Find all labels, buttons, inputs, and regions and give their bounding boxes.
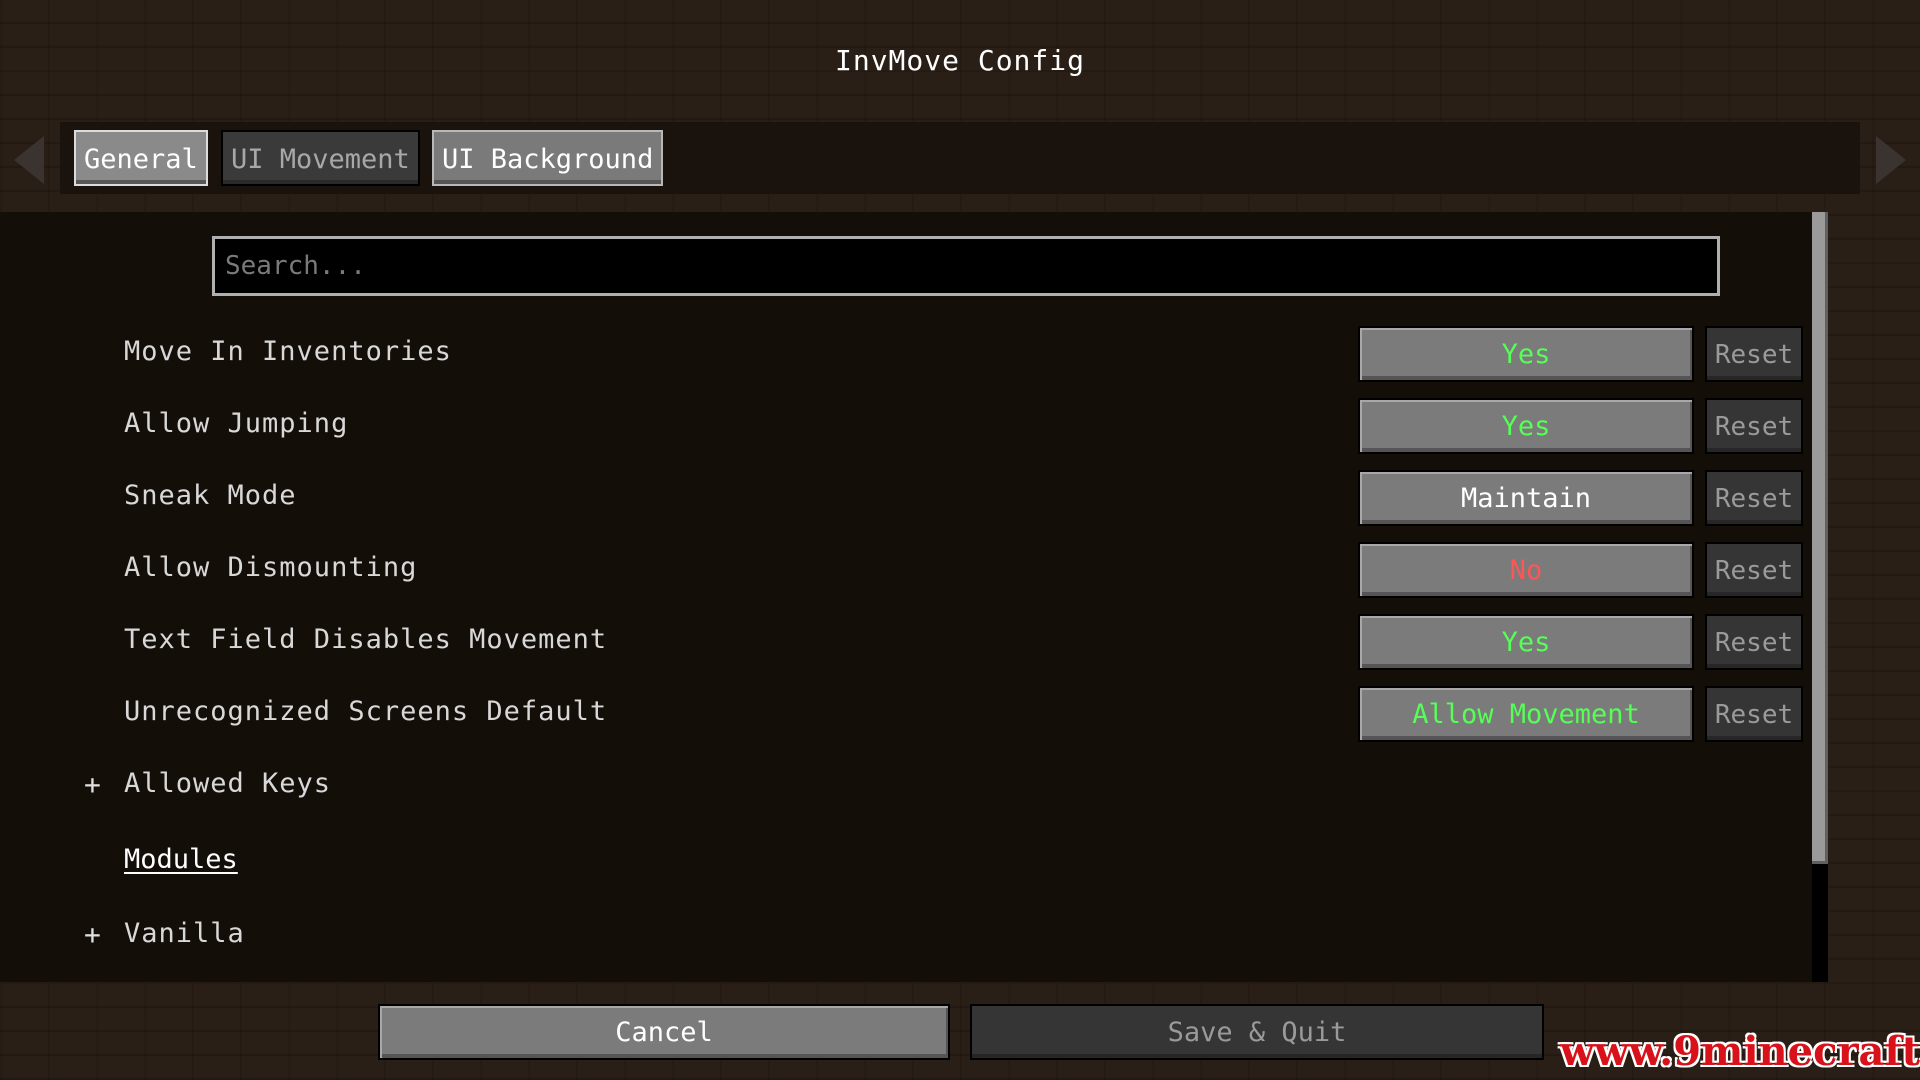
expand-vanilla-icon[interactable]: +	[84, 918, 101, 951]
site-watermark: www.9minecraft.net	[1560, 1028, 1920, 1075]
modules-section-header: Modules	[124, 844, 238, 875]
setting-toggle-unrecognized-screens-default[interactable]: Allow Movement	[1358, 686, 1694, 742]
scrollbar-thumb[interactable]	[1812, 212, 1828, 864]
reset-button-move-in-inventories[interactable]: Reset	[1705, 326, 1803, 382]
setting-toggle-sneak-mode[interactable]: Maintain	[1358, 470, 1694, 526]
setting-toggle-allow-dismounting[interactable]: No	[1358, 542, 1694, 598]
group-label-vanilla[interactable]: Vanilla	[124, 918, 245, 949]
tab-ui-background[interactable]: UI Background	[432, 130, 664, 186]
expand-allowed-keys-icon[interactable]: +	[84, 768, 101, 801]
setting-label-allow-jumping: Allow Jumping	[124, 408, 349, 439]
window-title: InvMove Config	[834, 44, 1085, 77]
setting-label-unrecognized-screens-default: Unrecognized Screens Default	[124, 696, 608, 727]
setting-toggle-move-in-inventories[interactable]: Yes	[1358, 326, 1694, 382]
setting-toggle-allow-jumping[interactable]: Yes	[1358, 398, 1694, 454]
group-label-allowed-keys[interactable]: Allowed Keys	[124, 768, 331, 799]
setting-toggle-text-field-disables-movement[interactable]: Yes	[1358, 614, 1694, 670]
tab-ui-movement[interactable]: UI Movement	[221, 130, 420, 186]
save-and-quit-button[interactable]: Save & Quit	[970, 1004, 1544, 1060]
tab-scroll-right-icon[interactable]	[1876, 136, 1906, 184]
tab-scroll-left-icon[interactable]	[14, 136, 44, 184]
cancel-button[interactable]: Cancel	[378, 1004, 950, 1060]
setting-label-sneak-mode: Sneak Mode	[124, 480, 297, 511]
reset-button-allow-dismounting[interactable]: Reset	[1705, 542, 1803, 598]
setting-label-allow-dismounting: Allow Dismounting	[124, 552, 418, 583]
reset-button-unrecognized-screens-default[interactable]: Reset	[1705, 686, 1803, 742]
setting-label-move-in-inventories: Move In Inventories	[124, 336, 452, 367]
reset-button-allow-jumping[interactable]: Reset	[1705, 398, 1803, 454]
tab-general[interactable]: General	[74, 130, 208, 186]
reset-button-sneak-mode[interactable]: Reset	[1705, 470, 1803, 526]
setting-label-text-field-disables-movement: Text Field Disables Movement	[124, 624, 608, 655]
reset-button-text-field-disables-movement[interactable]: Reset	[1705, 614, 1803, 670]
search-input[interactable]	[212, 236, 1720, 296]
